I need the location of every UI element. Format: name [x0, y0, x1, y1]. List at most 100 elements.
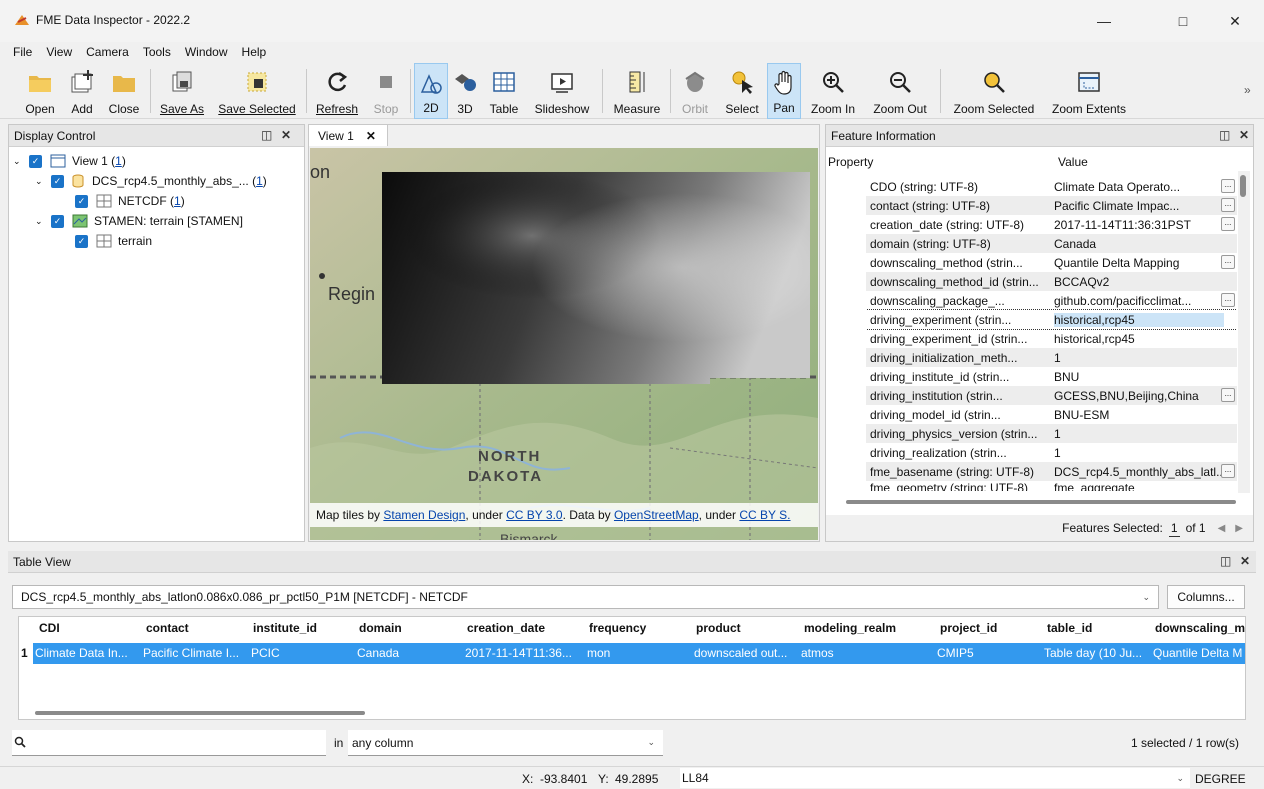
more-icon[interactable]: ... [1221, 255, 1235, 269]
view-2d-button[interactable]: 2D [414, 63, 448, 119]
feature-row[interactable]: contact (string: UTF-8) Pacific Climate I… [866, 196, 1237, 215]
table-cell[interactable]: Quantile Delta M [1153, 643, 1245, 664]
chevron-down-icon[interactable]: ⌄ [647, 737, 655, 748]
feature-row[interactable]: CDO (string: UTF-8) Climate Data Operato.… [866, 177, 1237, 196]
openstreetmap-link[interactable]: OpenStreetMap [614, 508, 699, 522]
chevron-down-icon[interactable]: ⌄ [1142, 592, 1150, 603]
more-icon[interactable]: ... [1221, 198, 1235, 212]
toolbar-overflow-button[interactable]: » [1244, 83, 1251, 97]
zoom-out-button[interactable]: Zoom Out [866, 63, 934, 119]
previous-feature-icon[interactable]: ◀ [1218, 523, 1226, 534]
scrollbar-thumb[interactable] [1240, 175, 1246, 197]
tree-item-terrain[interactable]: ✓ terrain [75, 231, 152, 251]
table-cell[interactable]: Pacific Climate I... [143, 643, 249, 664]
tab-view-1[interactable]: View 1 ✕ [308, 124, 388, 146]
cc-by-sa-link[interactable]: CC BY S. [739, 508, 790, 522]
minimize-button[interactable]: — [1081, 0, 1127, 42]
column-header[interactable]: domain [359, 621, 402, 635]
feature-row[interactable]: driving_experiment_id (strin... historica… [866, 329, 1237, 348]
pan-button[interactable]: Pan [767, 63, 801, 119]
table-cell[interactable]: 2017-11-14T11:36... [465, 643, 585, 664]
column-header[interactable]: contact [146, 621, 189, 635]
tree-item-stamen[interactable]: ⌄ ✓ STAMEN: terrain [STAMEN] [35, 211, 243, 231]
tree-item-count-link[interactable]: 1 [256, 174, 263, 188]
horizontal-scrollbar[interactable] [846, 500, 1236, 504]
more-icon[interactable]: ... [1221, 293, 1235, 307]
columns-button[interactable]: Columns... [1167, 585, 1245, 609]
search-input[interactable] [12, 730, 326, 756]
zoom-extents-button[interactable]: Zoom Extents [1046, 63, 1132, 119]
horizontal-scrollbar[interactable] [35, 711, 365, 715]
feature-row[interactable]: driving_realization (strin... 1 [866, 443, 1237, 462]
crs-select[interactable]: LL84 ⌄ [680, 768, 1190, 788]
chevron-down-icon[interactable]: ⌄ [35, 216, 51, 227]
refresh-button[interactable]: Refresh [312, 63, 362, 119]
cc-by-link[interactable]: CC BY 3.0 [506, 508, 562, 522]
more-icon[interactable]: ... [1221, 179, 1235, 193]
checkbox-icon[interactable]: ✓ [51, 214, 64, 228]
feature-row[interactable]: downscaling_package_... github.com/pacifi… [866, 291, 1237, 310]
map-canvas[interactable]: on Regin NORTH DAKOTA Bismarck Map tiles… [310, 148, 818, 540]
menu-tools[interactable]: Tools [136, 42, 178, 62]
row-number[interactable]: 1 [21, 643, 28, 664]
float-panel-icon[interactable]: ◫ [1219, 128, 1230, 142]
tree-item-count-link[interactable]: 1 [115, 154, 122, 168]
slideshow-button[interactable]: Slideshow [528, 63, 596, 119]
select-button[interactable]: Select [720, 63, 764, 119]
more-icon[interactable]: ... [1221, 388, 1235, 402]
maximize-button[interactable]: □ [1160, 0, 1206, 42]
feature-index-input[interactable]: 1 [1168, 520, 1180, 537]
close-panel-icon[interactable]: ✕ [281, 128, 291, 142]
more-icon[interactable]: ... [1221, 217, 1235, 231]
chevron-down-icon[interactable]: ⌄ [1176, 773, 1184, 784]
table-cell[interactable]: CMIP5 [937, 643, 1042, 664]
table-cell[interactable]: atmos [801, 643, 935, 664]
column-header-value[interactable]: Value [1058, 155, 1088, 169]
column-header[interactable]: project_id [940, 621, 997, 635]
table-cell[interactable]: PCIC [251, 643, 355, 664]
table-cell[interactable]: downscaled out... [694, 643, 799, 664]
menu-window[interactable]: Window [178, 42, 235, 62]
tree-item-view1[interactable]: ⌄ ✓ View 1 (1) [13, 151, 126, 171]
open-button[interactable]: Open [20, 63, 60, 119]
close-panel-icon[interactable]: ✕ [1239, 128, 1249, 142]
column-header[interactable]: product [696, 621, 741, 635]
chevron-down-icon[interactable]: ⌄ [35, 176, 51, 187]
feature-row[interactable]: downscaling_method (strin... Quantile Del… [866, 253, 1237, 272]
chevron-down-icon[interactable]: ⌄ [13, 156, 29, 167]
float-panel-icon[interactable]: ◫ [261, 128, 272, 142]
column-header[interactable]: downscaling_m [1155, 621, 1245, 635]
column-filter-select[interactable]: any column ⌄ [348, 730, 663, 756]
feature-row[interactable]: driving_institution (strin... GCESS,BNU,B… [866, 386, 1237, 405]
menu-file[interactable]: File [6, 42, 39, 62]
orbit-button[interactable]: Orbit [674, 63, 716, 119]
add-button[interactable]: Add [64, 63, 100, 119]
tree-item-count-link[interactable]: 1 [174, 194, 181, 208]
checkbox-icon[interactable]: ✓ [51, 174, 64, 188]
feature-row[interactable]: driving_physics_version (strin... 1 [866, 424, 1237, 443]
feature-row[interactable]: driving_institute_id (strin... BNU [866, 367, 1237, 386]
tree-item-dataset[interactable]: ⌄ ✓ DCS_rcp4.5_monthly_abs_... (1) [35, 171, 267, 191]
table-button[interactable]: Table [484, 63, 524, 119]
feature-row[interactable]: creation_date (string: UTF-8) 2017-11-14T… [866, 215, 1237, 234]
feature-row[interactable]: driving_initialization_meth... 1 [866, 348, 1237, 367]
zoom-selected-button[interactable]: Zoom Selected [946, 63, 1042, 119]
close-panel-icon[interactable]: ✕ [1240, 554, 1250, 568]
feature-row[interactable]: driving_model_id (strin... BNU-ESM [866, 405, 1237, 424]
column-header[interactable]: institute_id [253, 621, 317, 635]
stop-button[interactable]: Stop [366, 63, 406, 119]
close-dataset-button[interactable]: Close [104, 63, 144, 119]
checkbox-icon[interactable]: ✓ [75, 194, 88, 208]
save-as-button[interactable]: Save As [156, 63, 208, 119]
column-header[interactable]: creation_date [467, 621, 545, 635]
column-header[interactable]: table_id [1047, 621, 1092, 635]
menu-view[interactable]: View [39, 42, 79, 62]
table-cell[interactable]: Table day (10 Ju... [1044, 643, 1151, 664]
table-cell[interactable]: Canada [357, 643, 463, 664]
column-header[interactable]: CDI [39, 621, 60, 635]
column-header[interactable]: frequency [589, 621, 646, 635]
close-tab-icon[interactable]: ✕ [366, 129, 376, 143]
column-header-property[interactable]: Property [828, 155, 873, 169]
checkbox-icon[interactable]: ✓ [75, 234, 88, 248]
float-panel-icon[interactable]: ◫ [1220, 554, 1231, 568]
